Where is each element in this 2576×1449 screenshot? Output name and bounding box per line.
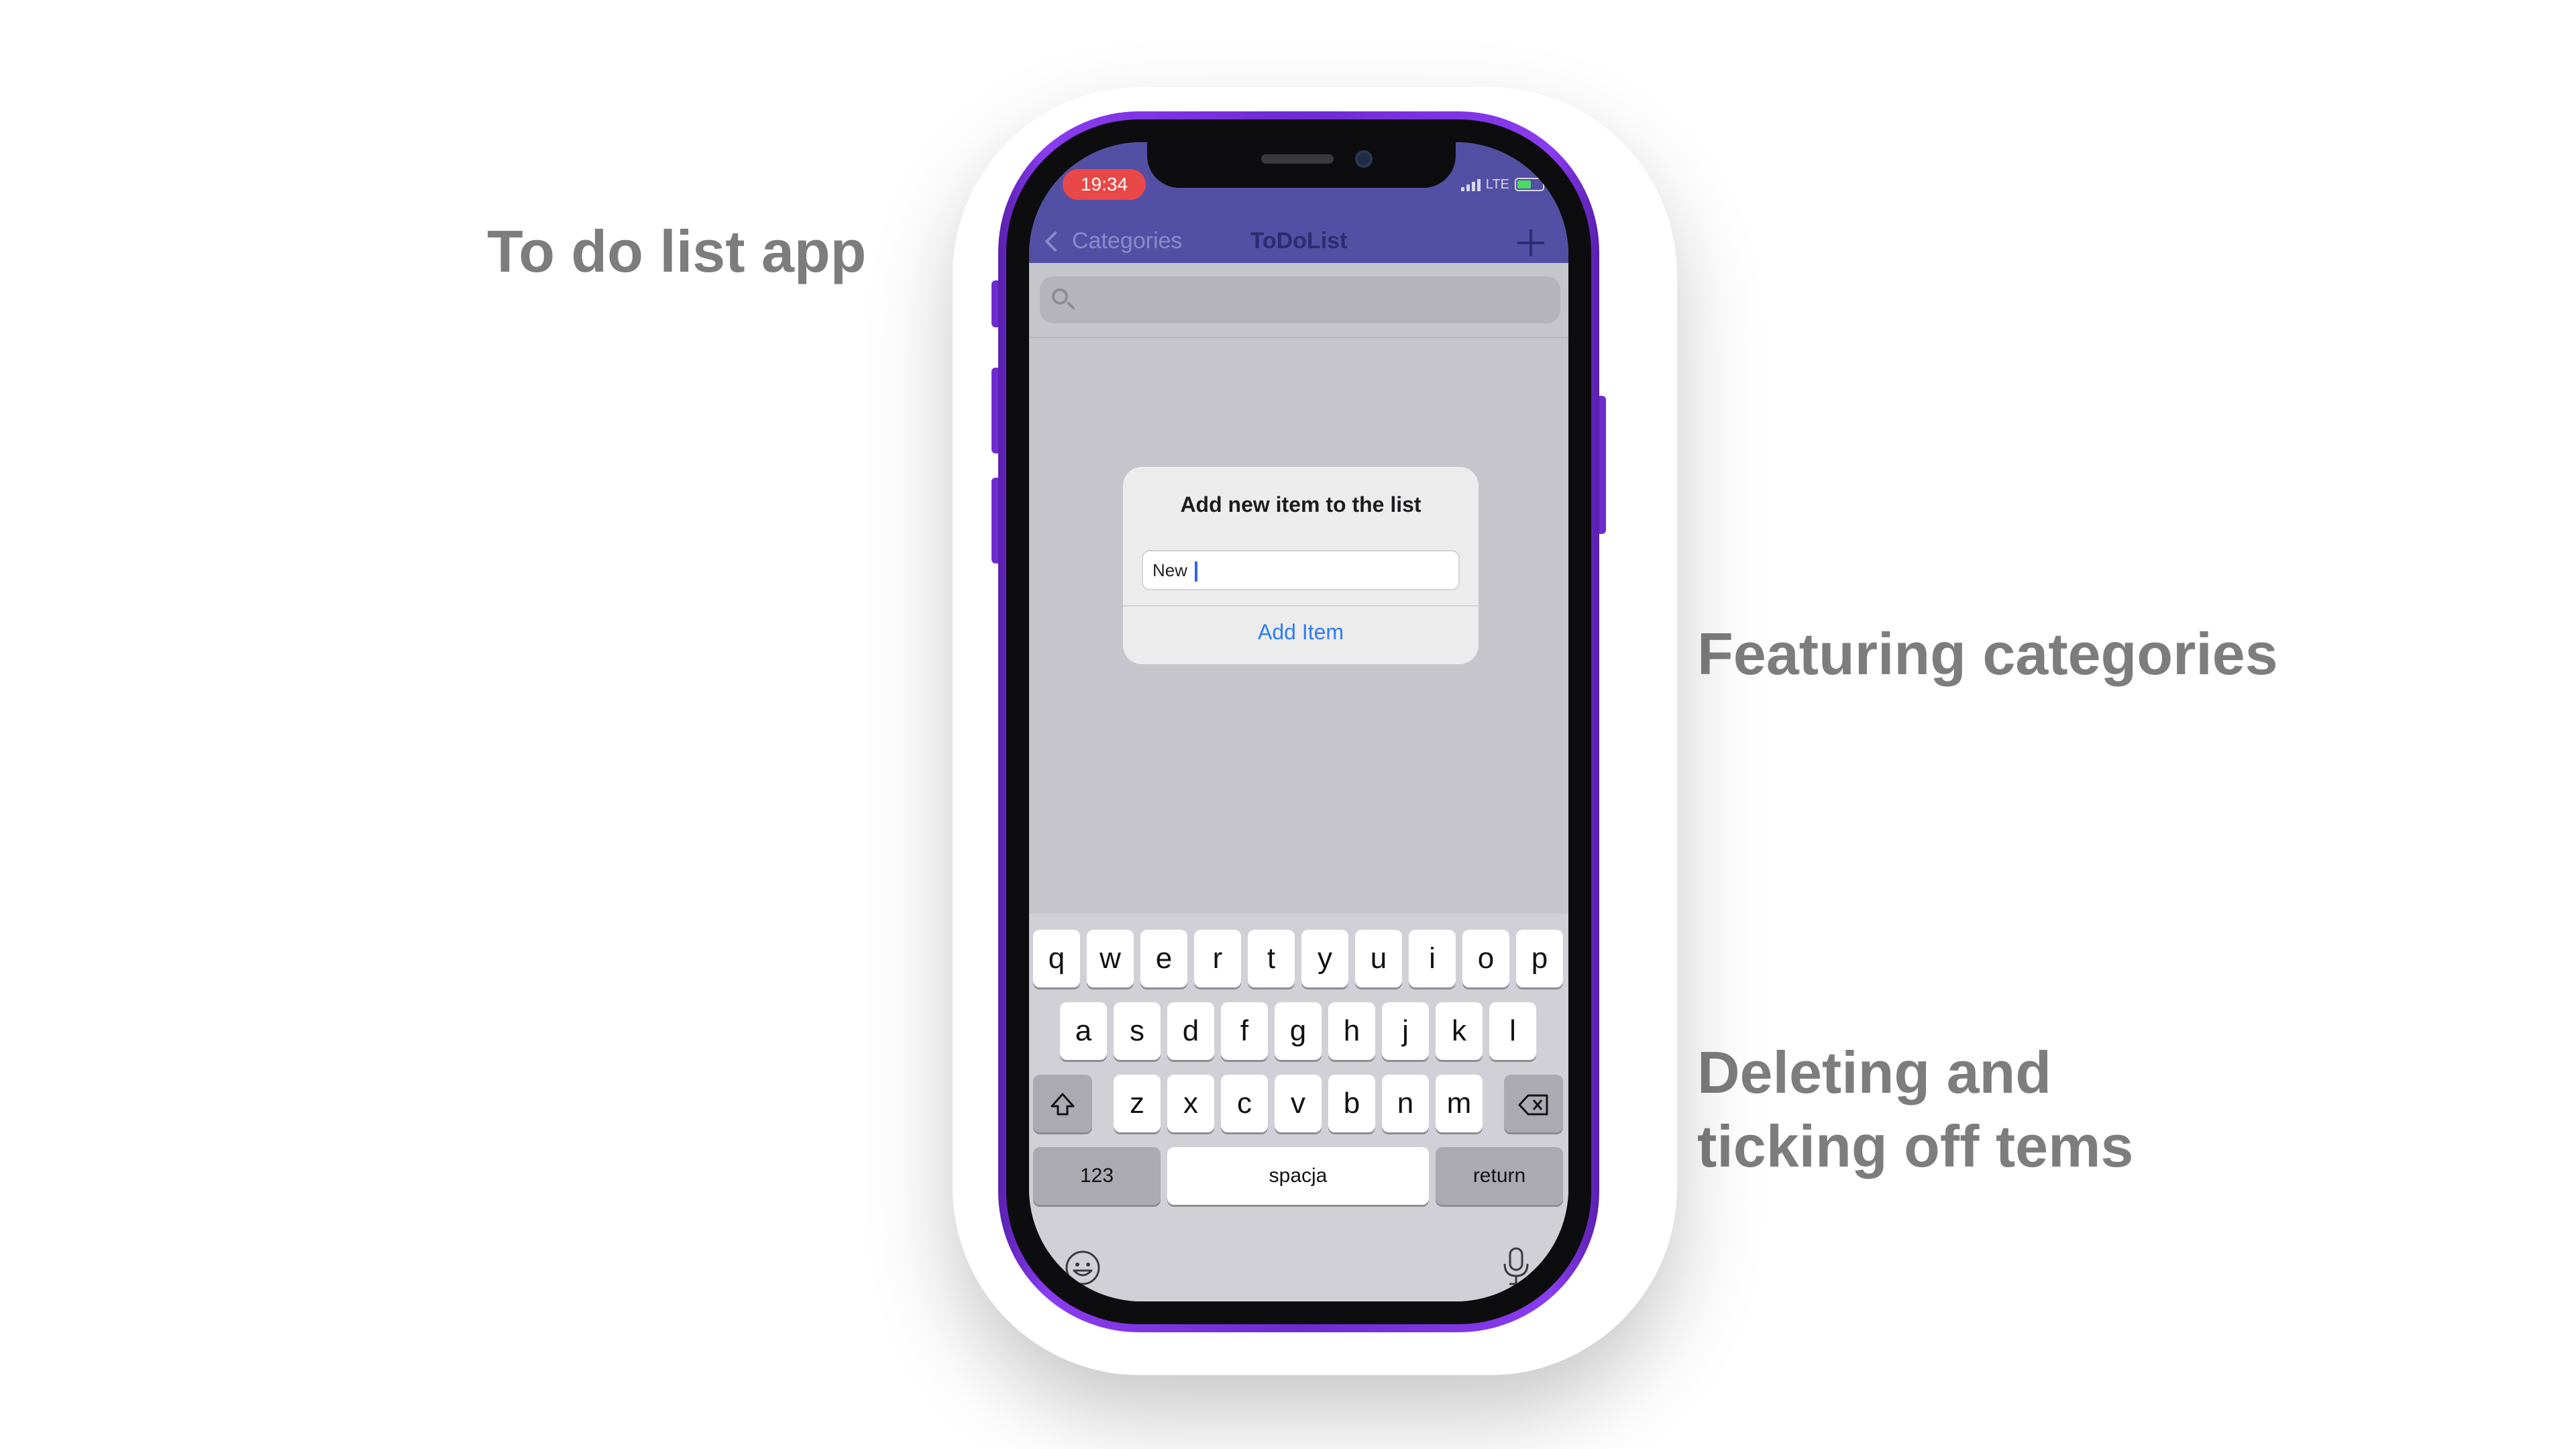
key-m[interactable]: m [1436,1075,1483,1132]
key-l[interactable]: l [1489,1002,1536,1060]
key-k[interactable]: k [1436,1002,1483,1060]
alert-title: Add new item to the list [1180,492,1421,517]
promo-line: Deleting and [1697,1039,2052,1106]
key-h[interactable]: h [1328,1002,1375,1060]
text-caret [1195,561,1198,582]
network-label: LTE [1485,176,1509,192]
key-a[interactable]: a [1060,1002,1107,1060]
key-z[interactable]: z [1114,1075,1161,1132]
key-s[interactable]: s [1114,1002,1161,1060]
shift-icon [1051,1093,1075,1116]
front-camera [1355,150,1373,168]
backspace-icon [1518,1094,1548,1116]
key-w[interactable]: w [1087,930,1134,987]
key-u[interactable]: u [1355,930,1402,987]
key-g[interactable]: g [1275,1002,1322,1060]
promo-title: To do list app [487,215,866,288]
key-f[interactable]: f [1221,1002,1268,1060]
emoji-icon[interactable] [1064,1249,1102,1287]
promo-feature-categories: Featuring categories [1697,617,2278,691]
return-key[interactable]: return [1436,1147,1563,1205]
battery-icon [1515,178,1544,191]
keyboard: q w e r t y u i o p a s d f g h j k l z … [1029,914,1568,1301]
key-v[interactable]: v [1275,1075,1322,1132]
key-n[interactable]: n [1382,1075,1429,1132]
delete-key[interactable] [1504,1075,1563,1132]
alert-divider [1123,605,1479,606]
key-q[interactable]: q [1033,930,1080,987]
input-value: New [1152,560,1193,580]
key-d[interactable]: d [1167,1002,1214,1060]
status-time: 19:34 [1063,169,1146,200]
key-c[interactable]: c [1221,1075,1268,1132]
signal-icon [1460,178,1481,191]
nav-title: ToDoList [1250,228,1348,254]
search-bar[interactable] [1040,276,1560,323]
key-y[interactable]: y [1301,930,1348,987]
speaker-grille [1261,154,1334,164]
key-e[interactable]: e [1140,930,1187,987]
notch [1147,142,1456,188]
key-r[interactable]: r [1194,930,1241,987]
add-item-alert: Add new item to the list New Add Item [1123,467,1479,664]
promo-feature-deleting: Deleting and ticking off tems [1697,1036,2133,1183]
numbers-key[interactable]: 123 [1033,1147,1161,1205]
key-p[interactable]: p [1516,930,1563,987]
key-x[interactable]: x [1167,1075,1214,1132]
shift-key[interactable] [1033,1075,1092,1132]
promo-line: Featuring categories [1697,621,2278,687]
key-o[interactable]: o [1462,930,1509,987]
add-item-button[interactable]: Add Item [1123,620,1479,645]
phone-bezel: 19:34 LTE Categories ToDoList Add new it… [1006,119,1591,1324]
phone-screen: 19:34 LTE Categories ToDoList Add new it… [1029,142,1568,1301]
plus-icon[interactable] [1517,229,1544,256]
key-b[interactable]: b [1328,1075,1375,1132]
key-i[interactable]: i [1409,930,1456,987]
phone-frame: 19:34 LTE Categories ToDoList Add new it… [998,111,1599,1332]
list-divider [1029,337,1568,338]
promo-line: ticking off tems [1697,1113,2134,1179]
microphone-icon[interactable] [1501,1246,1531,1287]
key-j[interactable]: j [1382,1002,1429,1060]
search-icon [1052,288,1068,305]
promo-line: To do list app [487,218,867,284]
new-item-input[interactable]: New [1142,550,1460,590]
key-t[interactable]: t [1248,930,1295,987]
space-key[interactable]: spacja [1167,1147,1429,1205]
status-indicators: LTE [1460,173,1544,196]
